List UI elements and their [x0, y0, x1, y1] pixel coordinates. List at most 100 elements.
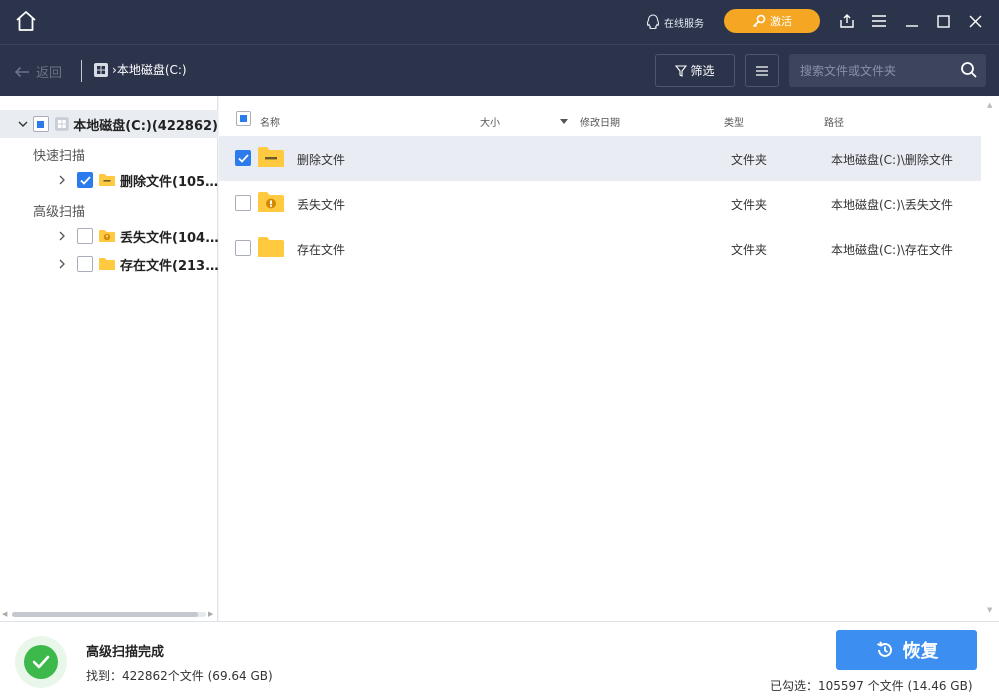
row-path: 本地磁盘(C:)\存在文件	[831, 243, 953, 257]
deleted-files-label: 删除文件(105597)	[120, 174, 224, 190]
row-path: 本地磁盘(C:)\删除文件	[831, 153, 953, 167]
restore-icon	[876, 641, 892, 657]
title-bar: 在线服务 激活	[0, 0, 999, 44]
breadcrumb[interactable]: › 本地磁盘(C:)	[93, 61, 187, 78]
recover-button[interactable]: 恢复	[836, 630, 977, 670]
existing-files-label: 存在文件(213...)	[120, 258, 224, 274]
filter-label: 筛选	[690, 64, 715, 78]
close-icon	[969, 15, 981, 27]
quick-scan-label: 快速扫描	[33, 149, 86, 164]
activate-button[interactable]: 激活	[724, 9, 820, 33]
advanced-scan-label: 高级扫描	[33, 205, 86, 220]
drive-icon	[94, 62, 108, 77]
online-service-label: 在线服务	[664, 18, 704, 30]
lost-files-label: 丢失文件(104...)	[120, 230, 224, 246]
row-type: 文件夹	[731, 153, 768, 167]
drive-label: 本地磁盘(C:)(422862)	[73, 118, 218, 134]
chevron-right-icon[interactable]	[55, 173, 69, 187]
found-summary: 找到：422862个文件 (69.64 GB)	[86, 669, 273, 683]
share-button[interactable]	[838, 12, 856, 30]
back-button[interactable]: 返回	[14, 62, 62, 81]
success-icon	[15, 636, 67, 688]
row-checkbox[interactable]	[235, 240, 251, 256]
home-button[interactable]	[14, 10, 40, 34]
row-name: 删除文件	[297, 153, 346, 167]
list-icon	[756, 65, 768, 76]
hamburger-icon	[872, 15, 886, 27]
row-type: 文件夹	[731, 243, 768, 257]
sidebar-horizontal-scrollbar[interactable]: ◀ ▶	[0, 610, 218, 618]
chevron-right-icon[interactable]	[55, 257, 69, 271]
close-button[interactable]	[966, 12, 984, 30]
search-box	[789, 54, 986, 87]
folder-lost-icon	[258, 192, 284, 212]
tree-item-lost-files[interactable]: 丢失文件(104...)	[55, 225, 224, 247]
arrow-left-icon	[14, 66, 29, 77]
tree-item-existing-files[interactable]: 存在文件(213...)	[55, 253, 224, 275]
status-footer: 高级扫描完成 找到：422862个文件 (69.64 GB) 恢复 已勾选：10…	[0, 621, 999, 699]
view-menu-button[interactable]	[745, 54, 779, 87]
sort-desc-icon[interactable]	[560, 119, 568, 124]
key-icon	[752, 14, 766, 28]
lost-files-checkbox[interactable]	[77, 228, 93, 244]
minimize-icon	[906, 25, 918, 27]
chevron-right-icon[interactable]	[55, 229, 69, 243]
maximize-button[interactable]	[934, 12, 952, 30]
sidebar: 本地磁盘(C:)(422862) 快速扫描 删除文件(105597) 高级扫描 …	[0, 96, 224, 621]
tree-root-drive[interactable]: 本地磁盘(C:)(422862)	[0, 110, 218, 138]
folder-lost-icon	[99, 230, 115, 242]
row-type: 文件夹	[731, 198, 768, 212]
scan-status-title: 高级扫描完成	[86, 645, 165, 660]
search-icon[interactable]	[960, 61, 978, 79]
drive-checkbox[interactable]	[32, 116, 49, 132]
drive-icon	[54, 117, 69, 131]
scroll-right-arrow[interactable]: ▶	[208, 610, 213, 618]
folder-deleted-icon	[99, 174, 115, 186]
filter-button[interactable]: 筛选	[655, 54, 735, 87]
breadcrumb-item: 本地磁盘(C:)	[116, 63, 187, 77]
selected-summary: 已勾选：105597 个文件 (14.46 GB)	[770, 679, 973, 693]
column-path[interactable]: 路径	[824, 114, 844, 129]
minimize-button[interactable]	[903, 12, 921, 30]
home-icon	[16, 11, 36, 31]
row-path: 本地磁盘(C:)\丢失文件	[831, 198, 953, 212]
folder-icon	[258, 237, 284, 257]
table-header: 名称 大小 修改日期 类型 路径	[219, 106, 999, 134]
table-row[interactable]: 丢失文件 文件夹 本地磁盘(C:)\丢失文件	[219, 181, 981, 226]
toolbar-divider	[81, 60, 82, 82]
row-name: 丢失文件	[297, 198, 346, 212]
scroll-left-arrow[interactable]: ◀	[2, 610, 7, 618]
column-size[interactable]: 大小	[480, 114, 500, 129]
scroll-up-arrow[interactable]: ▲	[987, 101, 992, 109]
back-label: 返回	[36, 66, 63, 81]
filter-icon	[675, 64, 688, 77]
row-checkbox[interactable]	[235, 195, 251, 211]
column-type[interactable]: 类型	[724, 114, 744, 129]
existing-files-checkbox[interactable]	[77, 256, 93, 272]
row-name: 存在文件	[297, 243, 346, 257]
scroll-down-arrow[interactable]: ▼	[987, 606, 992, 614]
select-all-checkbox[interactable]	[236, 111, 251, 126]
deleted-files-checkbox[interactable]	[77, 172, 93, 188]
scroll-thumb[interactable]	[12, 612, 198, 617]
search-input[interactable]	[789, 54, 949, 87]
vertical-scrollbar[interactable]: ▲ ▼	[982, 96, 999, 621]
chevron-down-icon[interactable]	[16, 117, 30, 131]
column-modified[interactable]: 修改日期	[580, 114, 620, 129]
share-icon	[840, 14, 854, 28]
recover-label: 恢复	[902, 641, 939, 662]
table-row[interactable]: 存在文件 文件夹 本地磁盘(C:)\存在文件	[219, 226, 981, 271]
activate-label: 激活	[770, 15, 792, 28]
folder-deleted-icon	[258, 147, 284, 167]
file-list-panel: 名称 大小 修改日期 类型 路径 删除文件 文件夹 本地磁盘(C:)\删除文件 …	[219, 96, 999, 621]
tree-item-deleted-files[interactable]: 删除文件(105597)	[55, 169, 224, 191]
qq-icon	[646, 14, 660, 30]
online-service-button[interactable]: 在线服务	[646, 13, 704, 31]
toolbar: 返回 › 本地磁盘(C:) 筛选	[0, 44, 999, 96]
maximize-icon	[936, 14, 950, 28]
column-name[interactable]: 名称	[260, 114, 280, 129]
table-row[interactable]: 删除文件 文件夹 本地磁盘(C:)\删除文件	[219, 136, 981, 181]
row-checkbox[interactable]	[235, 150, 251, 166]
menu-button[interactable]	[870, 12, 888, 30]
folder-icon	[99, 258, 115, 270]
